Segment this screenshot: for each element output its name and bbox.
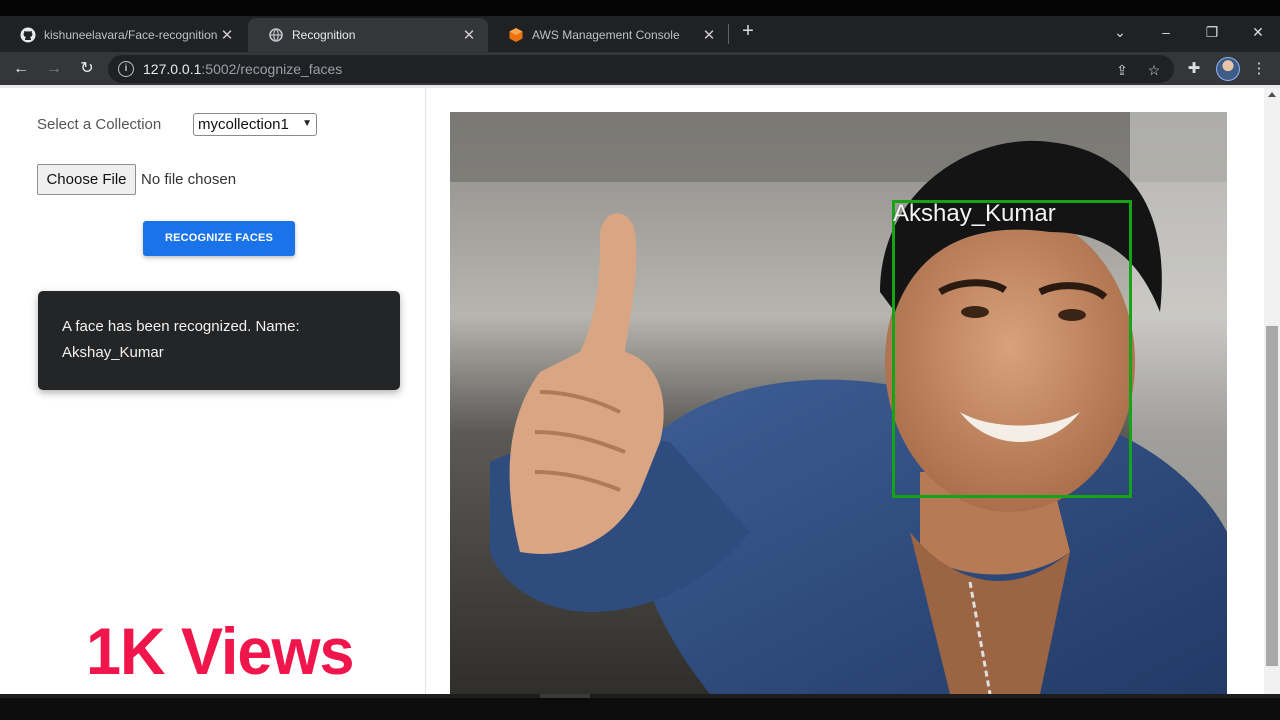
recognize-faces-button[interactable]: RECOGNIZE FACES bbox=[143, 221, 295, 256]
browser-toolbar: ← → ↻ i 127.0.0.1:5002/recognize_faces ⇪… bbox=[0, 52, 1280, 85]
close-tab-icon[interactable]: ✕ bbox=[460, 26, 478, 44]
tab-recognition[interactable]: Recognition ✕ bbox=[248, 18, 488, 52]
minimize-icon[interactable]: – bbox=[1154, 20, 1178, 44]
share-icon[interactable]: ⇪ bbox=[1112, 60, 1132, 80]
file-status-text: No file chosen bbox=[141, 171, 237, 188]
horizontal-scroll-track bbox=[0, 694, 1280, 698]
github-icon bbox=[20, 27, 36, 43]
close-tab-icon[interactable]: ✕ bbox=[700, 26, 718, 44]
tab-title: Recognition bbox=[292, 28, 356, 42]
recognition-form-panel: Select a Collection mycollection1 ▼ Choo… bbox=[0, 88, 426, 694]
face-label: Akshay_Kumar bbox=[893, 200, 1056, 227]
tab-title: kishuneelavara/Face-recognition bbox=[44, 28, 218, 42]
restore-icon[interactable]: ❐ bbox=[1200, 20, 1224, 44]
scroll-up-arrow-icon[interactable] bbox=[1268, 92, 1276, 97]
choose-file-button[interactable]: Choose File bbox=[37, 164, 136, 195]
result-name: Akshay_Kumar bbox=[62, 344, 164, 361]
bookmark-star-icon[interactable]: ☆ bbox=[1144, 60, 1164, 80]
recognition-result-card: A face has been recognized. Name: Akshay… bbox=[38, 291, 400, 390]
back-arrow-icon[interactable]: ← bbox=[9, 57, 33, 81]
tab-github[interactable]: kishuneelavara/Face-recognition ✕ bbox=[0, 18, 246, 52]
browser-tab-strip: kishuneelavara/Face-recognition ✕ Recogn… bbox=[0, 16, 1280, 52]
horizontal-scroll-thumb bbox=[540, 694, 590, 698]
page-content: Select a Collection mycollection1 ▼ Choo… bbox=[0, 88, 1264, 694]
address-bar[interactable]: i 127.0.0.1:5002/recognize_faces ⇪ ☆ bbox=[108, 55, 1174, 83]
extensions-puzzle-icon[interactable]: ✚ bbox=[1182, 57, 1206, 81]
chevron-down-icon: ▼ bbox=[302, 118, 312, 129]
tab-search-chevron-icon[interactable]: ⌄ bbox=[1108, 20, 1132, 44]
collection-select[interactable]: mycollection1 ▼ bbox=[193, 113, 317, 136]
close-window-icon[interactable]: ✕ bbox=[1246, 20, 1270, 44]
profile-avatar[interactable] bbox=[1216, 57, 1240, 81]
page-scrollbar[interactable] bbox=[1264, 88, 1280, 694]
views-overlay-text: 1K Views bbox=[86, 615, 355, 689]
globe-icon bbox=[268, 27, 284, 43]
close-tab-icon[interactable]: ✕ bbox=[218, 26, 236, 44]
forward-arrow-icon[interactable]: → bbox=[42, 57, 66, 81]
tab-aws[interactable]: AWS Management Console ✕ bbox=[488, 18, 728, 52]
site-info-icon[interactable]: i bbox=[118, 61, 134, 77]
tab-separator bbox=[728, 24, 729, 44]
letterbox-top bbox=[0, 0, 1280, 16]
menu-kebab-icon[interactable]: ⋮ bbox=[1247, 57, 1271, 81]
aws-cube-icon bbox=[508, 27, 524, 43]
new-tab-plus-icon[interactable]: + bbox=[738, 21, 758, 41]
collection-select-value: mycollection1 bbox=[198, 116, 289, 133]
scrollbar-thumb[interactable] bbox=[1266, 326, 1278, 666]
result-message: A face has been recognized. Name: bbox=[62, 318, 300, 335]
collection-select-label: Select a Collection bbox=[37, 116, 162, 133]
url-text[interactable]: 127.0.0.1:5002/recognize_faces bbox=[143, 61, 342, 77]
tab-title: AWS Management Console bbox=[532, 28, 680, 42]
reload-icon[interactable]: ↻ bbox=[75, 57, 99, 81]
recognized-photo: Akshay_Kumar bbox=[450, 112, 1227, 694]
face-bounding-box bbox=[892, 200, 1132, 498]
letterbox-bottom bbox=[0, 694, 1280, 720]
